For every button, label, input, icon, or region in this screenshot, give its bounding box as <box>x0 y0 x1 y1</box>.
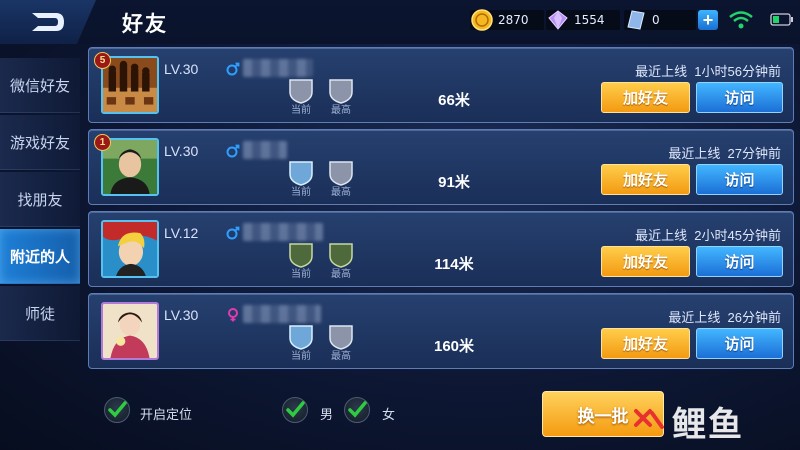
avatar[interactable] <box>101 302 159 360</box>
rank-highest: 最高 <box>326 242 356 281</box>
gem-value: 1554 <box>574 13 605 27</box>
recharge-button[interactable]: + <box>698 10 718 30</box>
female-filter-checkbox[interactable] <box>344 397 370 423</box>
sidebar: 微信好友 游戏好友 找朋友 附近的人 师徒 <box>0 58 80 343</box>
back-icon <box>32 13 64 31</box>
checkmark-icon <box>348 401 367 418</box>
female-filter-label: 女 <box>382 407 396 422</box>
last-online: 最近上线 26分钟前 <box>668 310 781 325</box>
rank-shield-icon <box>329 325 353 350</box>
add-friend-button[interactable]: 加好友 <box>601 82 690 113</box>
checkmark-icon <box>286 401 305 418</box>
chess-avatar-image <box>103 58 157 112</box>
rank-shield-icon <box>289 161 313 186</box>
rank-badge: 1 <box>94 134 111 151</box>
avatar[interactable] <box>101 220 159 278</box>
male-icon <box>226 226 240 240</box>
coupon-value: 0 <box>652 13 660 27</box>
sidebar-item-find-friends[interactable]: 找朋友 <box>0 172 80 227</box>
rank-current: 当前 <box>286 160 316 199</box>
photo-avatar-image <box>103 140 157 194</box>
rank-badge: 5 <box>94 52 111 69</box>
rank-shield-icon <box>329 79 353 104</box>
fish-logo-icon <box>634 409 664 429</box>
battery-icon <box>770 13 793 26</box>
location-checkbox[interactable] <box>104 397 130 423</box>
visit-button[interactable]: 访问 <box>696 246 783 277</box>
rank-shield-icon <box>329 161 353 186</box>
wifi-icon <box>729 11 753 29</box>
player-card: 5 LV.30 当前 最高 66米 最近上线 1小时56分钟前 加好友 访问 <box>88 47 794 123</box>
player-name-blurred <box>243 305 321 323</box>
add-friend-button[interactable]: 加好友 <box>601 164 690 195</box>
player-name-blurred <box>243 223 323 241</box>
gold-counter: 2870 <box>470 9 544 31</box>
female-icon <box>228 308 238 322</box>
visit-button[interactable]: 访问 <box>696 328 783 359</box>
rank-shield-icon <box>289 325 313 350</box>
top-bar: 好友 2870 1554 0 + <box>0 0 800 44</box>
rank-shield-icon <box>289 243 313 268</box>
rank-highest: 最高 <box>326 160 356 199</box>
sidebar-item-game-friends[interactable]: 游戏好友 <box>0 115 80 170</box>
back-button[interactable] <box>0 0 96 44</box>
player-level: LV.12 <box>164 225 199 241</box>
player-name-blurred <box>243 141 287 159</box>
player-card: 1 LV.30 当前 最高 91米 最近上线 27分钟前 加好友 访问 <box>88 129 794 205</box>
sidebar-item-nearby[interactable]: 附近的人 <box>0 229 80 284</box>
rank-current: 当前 <box>286 78 316 117</box>
player-distance: 91米 <box>438 174 470 191</box>
gold-coin-icon <box>471 9 493 31</box>
location-label: 开启定位 <box>140 407 193 422</box>
rank-shield-icon <box>289 79 313 104</box>
male-filter-checkbox[interactable] <box>282 397 308 423</box>
coupon-icon <box>627 10 645 30</box>
visit-button[interactable]: 访问 <box>696 82 783 113</box>
gold-value: 2870 <box>498 13 529 27</box>
last-online: 最近上线 27分钟前 <box>668 146 781 161</box>
gem-counter: 1554 <box>546 9 620 31</box>
checkmark-icon <box>108 401 127 418</box>
rank-highest: 最高 <box>326 78 356 117</box>
player-distance: 114米 <box>434 256 474 273</box>
rank-current: 当前 <box>286 242 316 281</box>
page-title: 好友 <box>122 13 168 36</box>
rank-highest: 最高 <box>326 324 356 363</box>
male-icon <box>226 62 240 76</box>
last-online: 最近上线 1小时56分钟前 <box>635 64 781 79</box>
girl-avatar-image <box>103 304 157 358</box>
add-friend-button[interactable]: 加好友 <box>601 328 690 359</box>
add-friend-button[interactable]: 加好友 <box>601 246 690 277</box>
nearby-player-list: 5 LV.30 当前 最高 66米 最近上线 1小时56分钟前 加好友 访问 1 <box>88 47 794 375</box>
player-card: LV.30 当前 最高 160米 最近上线 26分钟前 加好友 访问 <box>88 293 794 369</box>
player-level: LV.30 <box>164 61 199 77</box>
visit-button[interactable]: 访问 <box>696 164 783 195</box>
last-online: 最近上线 2小时45分钟前 <box>635 228 781 243</box>
player-card: LV.12 当前 最高 114米 最近上线 2小时45分钟前 加好友 访问 <box>88 211 794 287</box>
anime-avatar-image <box>103 222 157 276</box>
player-distance: 66米 <box>438 92 470 109</box>
male-filter-label: 男 <box>320 407 334 422</box>
male-icon <box>226 144 240 158</box>
sidebar-item-wechat-friends[interactable]: 微信好友 <box>0 58 80 113</box>
watermark: 鲤鱼 <box>632 400 744 445</box>
player-level: LV.30 <box>164 143 199 159</box>
player-level: LV.30 <box>164 307 199 323</box>
player-distance: 160米 <box>433 338 475 355</box>
rank-shield-icon <box>329 243 353 268</box>
rank-current: 当前 <box>286 324 316 363</box>
plus-icon: + <box>702 10 714 30</box>
coupon-counter: 0 <box>624 9 696 31</box>
diamond-icon <box>548 10 568 30</box>
watermark-text: 鲤鱼 <box>672 404 744 445</box>
player-name-blurred <box>243 59 313 77</box>
sidebar-item-mentorship[interactable]: 师徒 <box>0 286 80 341</box>
